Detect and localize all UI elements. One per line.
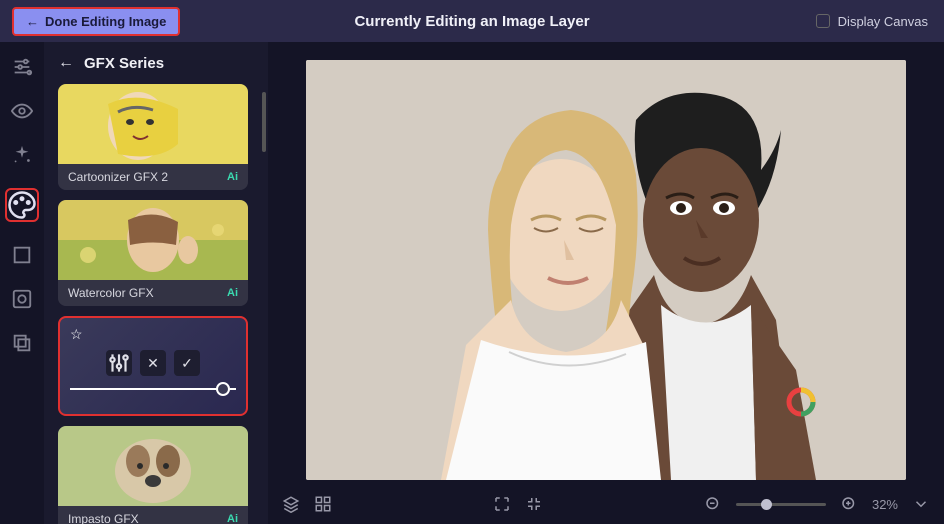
sparkle-icon[interactable] xyxy=(11,144,33,166)
thumb-cartoonizer xyxy=(58,84,248,164)
scrollbar[interactable] xyxy=(262,92,266,152)
card-bar: Cartoonizer GFX 2 Ai xyxy=(58,164,248,190)
settings-button[interactable] xyxy=(106,350,132,376)
crop-icon[interactable] xyxy=(11,244,33,266)
card-label: Impasto GFX xyxy=(68,512,139,524)
done-editing-button[interactable]: ← Done Editing Image xyxy=(12,7,180,36)
display-canvas-toggle[interactable]: Display Canvas xyxy=(816,14,928,29)
canvas-wrap xyxy=(268,42,944,484)
layers-icon[interactable] xyxy=(282,495,300,513)
page-title: Currently Editing an Image Layer xyxy=(354,13,589,30)
card-label: Watercolor GFX xyxy=(68,286,154,300)
tool-rail xyxy=(0,42,44,524)
effect-card-selected: ☆ ✕ ✓ xyxy=(58,316,248,416)
eye-icon[interactable] xyxy=(11,100,33,122)
effect-card-cartoonizer[interactable]: Cartoonizer GFX 2 Ai xyxy=(58,84,248,190)
ai-tag: Ai xyxy=(227,171,238,183)
adjust-icon[interactable] xyxy=(11,56,33,78)
ai-tag: Ai xyxy=(227,513,238,524)
card-bar: Impasto GFX Ai xyxy=(58,506,248,524)
done-label: Done Editing Image xyxy=(45,14,166,29)
back-arrow-icon[interactable]: ← xyxy=(58,54,74,72)
zoom-in-icon[interactable] xyxy=(840,495,858,513)
texture-icon[interactable] xyxy=(11,288,33,310)
intensity-slider[interactable] xyxy=(70,388,236,390)
thumb-impasto xyxy=(58,426,248,506)
apply-button[interactable]: ✓ xyxy=(174,350,200,376)
slider-track xyxy=(70,388,236,390)
effects-panel: ← GFX Series Cartoonizer GFX 2 Ai Waterc… xyxy=(44,42,268,524)
cancel-button[interactable]: ✕ xyxy=(140,350,166,376)
canvas-stage: 32% xyxy=(268,42,944,524)
collapse-icon[interactable] xyxy=(525,495,543,513)
slider-knob[interactable] xyxy=(216,382,230,396)
checkbox-icon xyxy=(816,14,830,28)
expand-icon[interactable] xyxy=(493,495,511,513)
overlay-icon[interactable] xyxy=(11,332,33,354)
selected-actions: ✕ ✓ xyxy=(70,350,236,376)
star-icon[interactable]: ☆ xyxy=(70,326,83,342)
thumb-watercolor xyxy=(58,200,248,280)
zoom-value: 32% xyxy=(872,497,898,512)
card-label: Cartoonizer GFX 2 xyxy=(68,170,168,184)
chevron-down-icon[interactable] xyxy=(912,495,930,513)
zoom-out-icon[interactable] xyxy=(704,495,722,513)
effect-card-impasto[interactable]: Impasto GFX Ai xyxy=(58,426,248,524)
arrow-left-icon: ← xyxy=(26,14,39,29)
ai-tag: Ai xyxy=(227,287,238,299)
grid-icon[interactable] xyxy=(314,495,332,513)
panel-title: GFX Series xyxy=(84,55,164,72)
zoom-slider[interactable] xyxy=(736,503,826,506)
main-area: ← GFX Series Cartoonizer GFX 2 Ai Waterc… xyxy=(0,42,944,524)
panel-header: ← GFX Series xyxy=(58,54,258,72)
top-bar: ← Done Editing Image Currently Editing a… xyxy=(0,0,944,42)
zoom-knob[interactable] xyxy=(761,499,772,510)
display-canvas-label: Display Canvas xyxy=(838,14,928,29)
card-bar: Watercolor GFX Ai xyxy=(58,280,248,306)
palette-icon[interactable] xyxy=(5,188,39,222)
effect-card-watercolor[interactable]: Watercolor GFX Ai xyxy=(58,200,248,306)
canvas-image[interactable] xyxy=(306,60,906,480)
bottom-toolbar: 32% xyxy=(268,484,944,524)
